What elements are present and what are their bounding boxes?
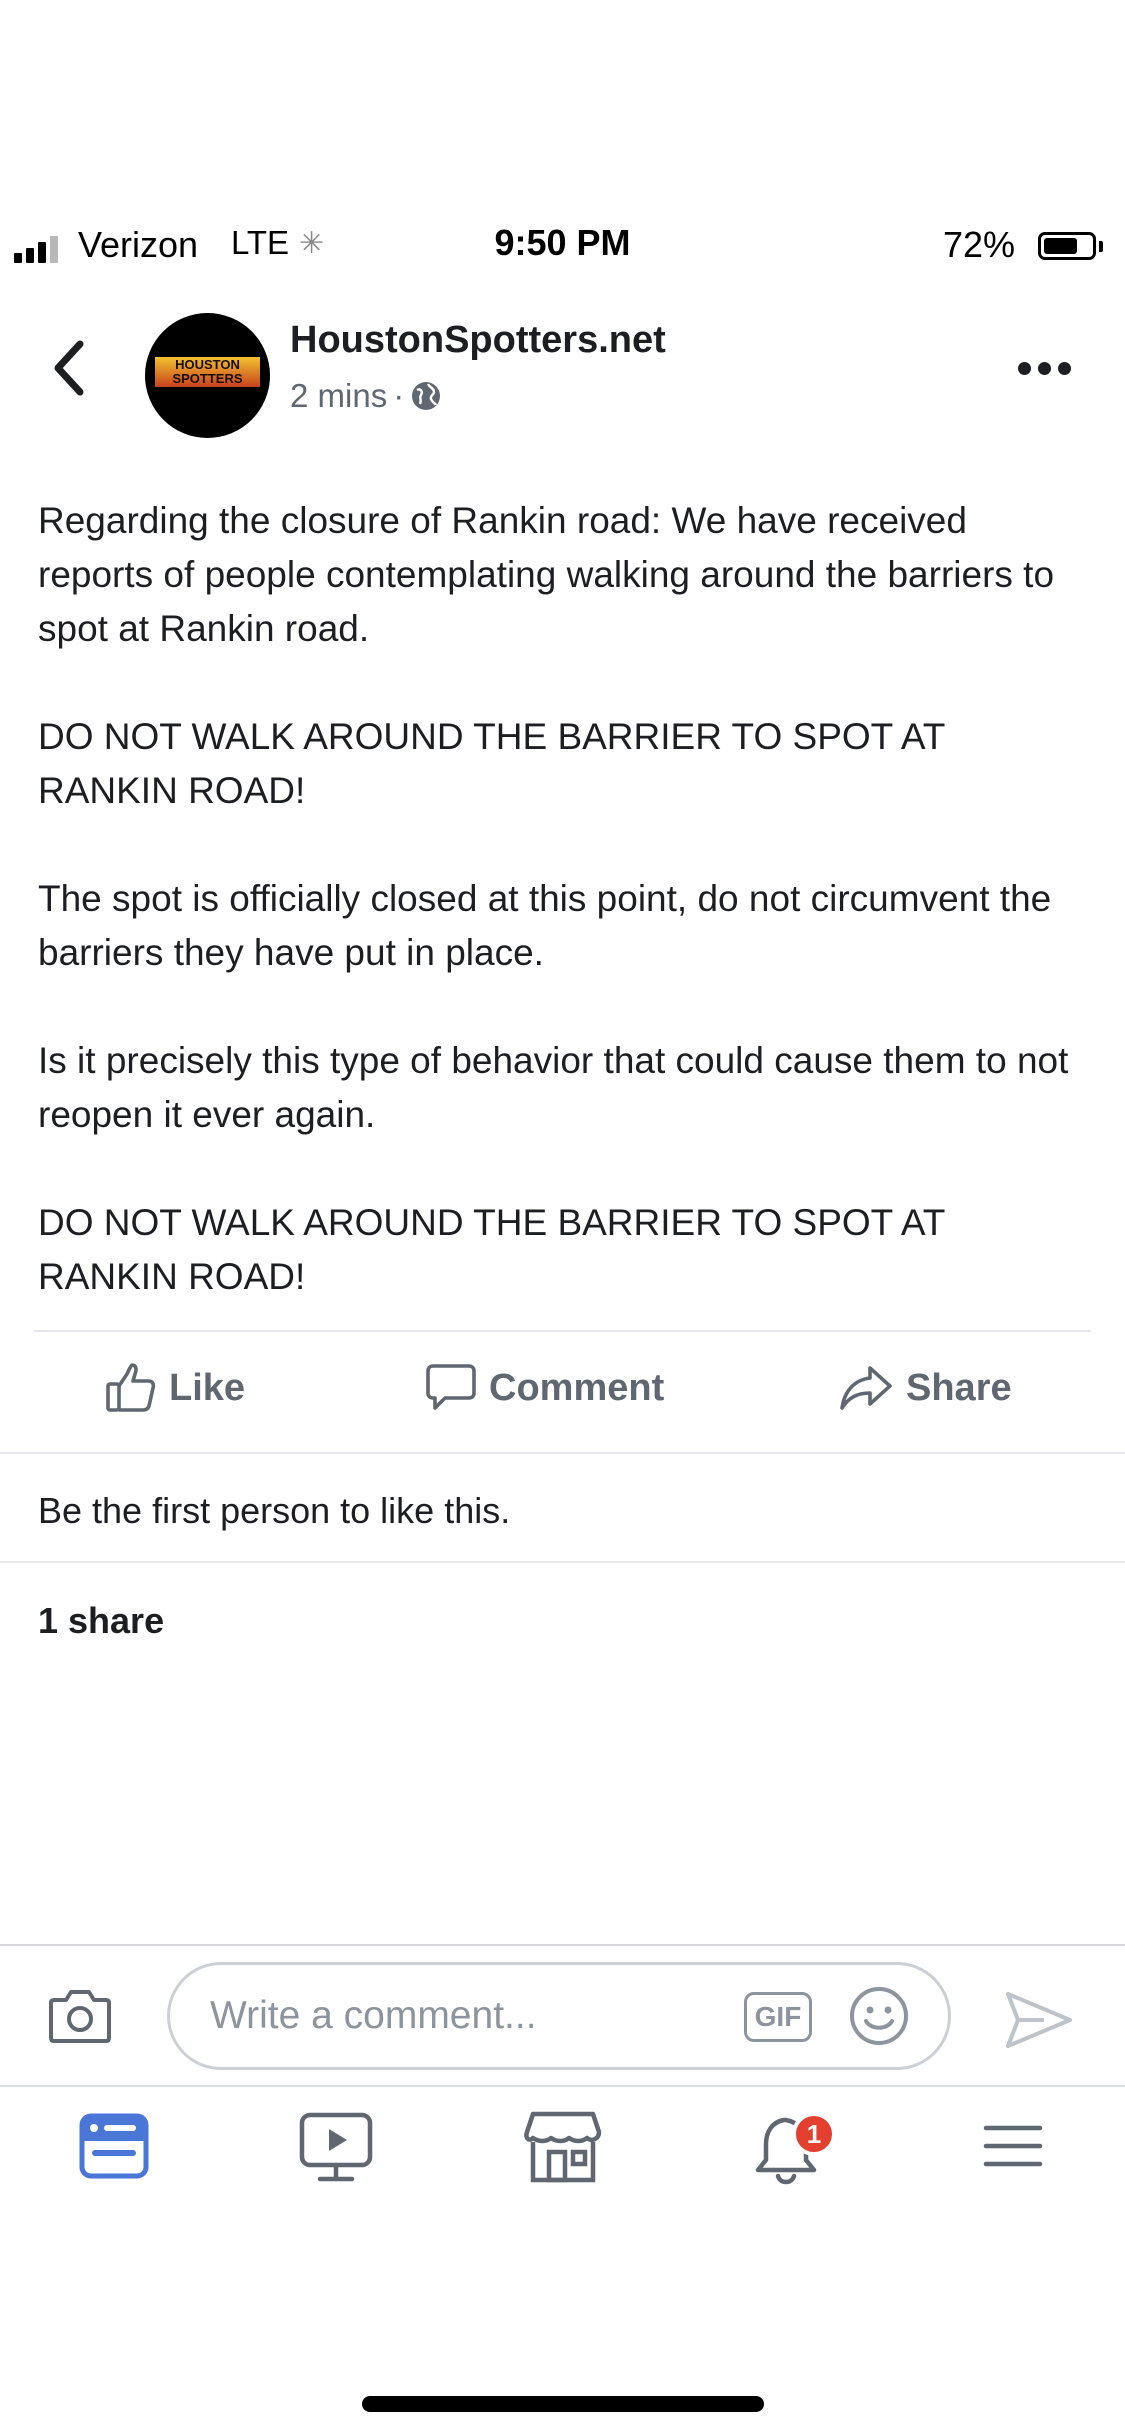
comment-label: Comment [489, 1366, 665, 1409]
likes-summary[interactable]: Be the first person to like this. [38, 1490, 510, 1532]
battery-terminal [1099, 241, 1103, 252]
watch-icon [299, 2112, 373, 2182]
post-paragraph: DO NOT WALK AROUND THE BARRIER TO SPOT A… [38, 1202, 945, 1297]
post-meta: 2 mins · [290, 377, 442, 415]
meta-separator: · [393, 377, 405, 414]
home-indicator[interactable] [362, 2396, 764, 2412]
avatar-logo-line-1: HOUSTON [175, 357, 240, 372]
like-label: Like [169, 1366, 246, 1409]
comment-input[interactable] [210, 1965, 690, 2067]
tab-marketplace[interactable] [523, 2110, 603, 2191]
menu-icon [983, 2125, 1043, 2167]
back-button[interactable] [52, 338, 86, 398]
comment-bubble-icon [426, 1364, 476, 1410]
shares-count[interactable]: 1 share [38, 1600, 164, 1642]
tab-news-feed[interactable] [78, 2110, 150, 2187]
composer-divider [0, 1944, 1125, 1946]
post-paragraph: DO NOT WALK AROUND THE BARRIER TO SPOT A… [38, 716, 945, 811]
thumbs-up-icon [106, 1363, 156, 1412]
divider [0, 1561, 1125, 1563]
news-feed-icon [79, 2113, 149, 2179]
share-label: Share [906, 1366, 1012, 1409]
camera-icon [49, 1990, 111, 2043]
page-name[interactable]: HoustonSpotters.net [290, 319, 666, 362]
marketplace-icon [524, 2111, 602, 2183]
camera-button[interactable] [48, 1986, 112, 2049]
post-paragraph: Is it precisely this type of behavior th… [38, 1040, 1069, 1135]
more-options-button[interactable] [1018, 362, 1071, 375]
divider [0, 1452, 1125, 1454]
like-button[interactable]: Like [105, 1362, 245, 1414]
avatar-logo-line-2: SPOTTERS [172, 371, 243, 386]
divider [34, 1330, 1091, 1332]
tab-bar-divider [0, 2085, 1125, 2087]
send-icon [1006, 1992, 1072, 2048]
send-button[interactable] [1004, 1990, 1074, 2055]
tab-notifications[interactable]: 1 [752, 2110, 842, 2195]
notifications-badge: 1 [807, 2119, 821, 2149]
more-dots-icon [1018, 362, 1031, 375]
battery-icon [1038, 232, 1096, 260]
post-timestamp[interactable]: 2 mins [290, 377, 387, 415]
post-paragraph: The spot is officially closed at this po… [38, 878, 1052, 973]
notifications-icon: 1 [755, 2112, 836, 2185]
globe-icon [412, 382, 441, 410]
share-arrow-icon [840, 1366, 892, 1410]
post-paragraph: Regarding the closure of Rankin road: We… [38, 500, 1055, 649]
tab-watch[interactable] [298, 2110, 374, 2191]
avatar-logo: HOUSTON SPOTTERS [155, 357, 260, 387]
page-avatar[interactable]: HOUSTON SPOTTERS [145, 313, 270, 438]
status-bar: Verizon LTE ✳ 9:50 PM 72% [0, 222, 1125, 272]
comment-button[interactable]: Comment [425, 1362, 664, 1414]
share-button[interactable]: Share [838, 1362, 1012, 1414]
emoji-button[interactable] [848, 1985, 910, 2052]
post-body: Regarding the closure of Rankin road: We… [38, 494, 1088, 1358]
emoji-icon [850, 1987, 908, 2045]
comment-composer[interactable]: GIF [167, 1962, 951, 2070]
tab-menu[interactable] [980, 2110, 1046, 2185]
gif-button[interactable]: GIF [744, 1992, 812, 2042]
chevron-left-icon [54, 340, 84, 396]
battery-percentage: 72% [943, 224, 1016, 265]
